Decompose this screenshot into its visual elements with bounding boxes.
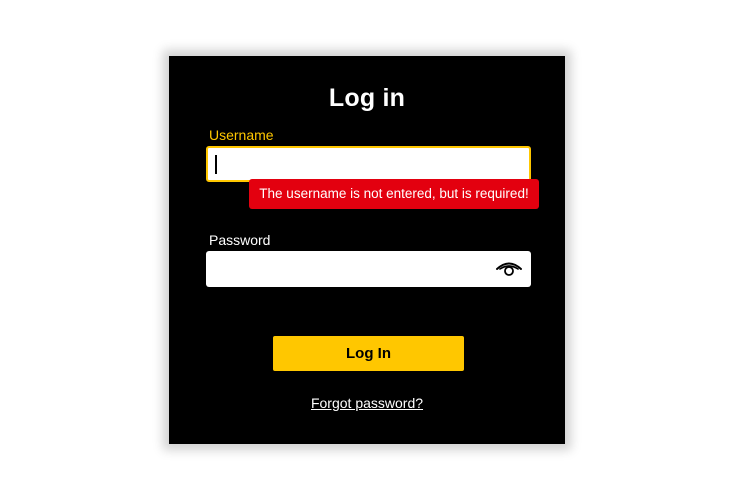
show-password-button[interactable] — [494, 259, 524, 279]
login-button[interactable]: Log In — [273, 336, 464, 371]
eye-icon — [496, 262, 522, 276]
page: Log in Username The username is not ente… — [0, 0, 734, 500]
username-label: Username — [209, 127, 274, 143]
username-error-tooltip: The username is not entered, but is requ… — [249, 179, 539, 209]
forgot-password-link[interactable]: Forgot password? — [169, 395, 565, 411]
text-cursor — [215, 155, 217, 174]
username-input[interactable] — [206, 146, 531, 182]
password-input[interactable] — [206, 251, 531, 287]
page-title: Log in — [328, 84, 406, 112]
password-label: Password — [209, 232, 271, 248]
login-card: Log in Username The username is not ente… — [169, 56, 565, 444]
